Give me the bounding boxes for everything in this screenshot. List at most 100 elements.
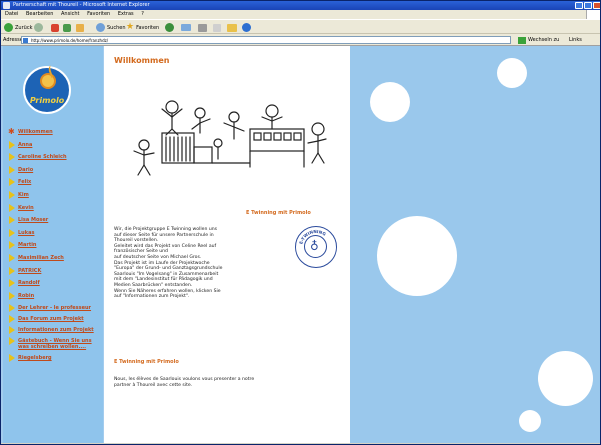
maximize-button[interactable]: [584, 2, 592, 9]
history-button[interactable]: [165, 22, 174, 33]
forward-button[interactable]: [34, 22, 43, 33]
edit-icon: [213, 23, 221, 32]
messenger-icon: [242, 23, 251, 32]
favorites-label: Favoriten: [136, 24, 160, 31]
sidebar-item[interactable]: Lisa Moser: [8, 216, 103, 225]
refresh-icon: [63, 23, 71, 32]
menu-help[interactable]: ?: [141, 11, 144, 17]
sidebar-item-label: Caroline Schleich: [18, 154, 67, 161]
sidebar-item-label: Lukas: [18, 229, 35, 236]
sidebar: Primolo ✱ Willkommen Anna Caroline Schleich…: [3, 46, 103, 444]
triangle-icon: [9, 178, 15, 187]
go-arrow-icon: [518, 36, 526, 44]
intro-paragraph: Wir, die Projektgruppe E Twinning wollen…: [114, 227, 223, 300]
etwinning-figure-icon: ♁: [310, 239, 319, 253]
sidebar-item-label: Martin: [18, 242, 37, 249]
home-button[interactable]: [76, 22, 84, 33]
print-button[interactable]: [198, 22, 207, 33]
triangle-icon: [9, 140, 15, 149]
stop-icon: [51, 23, 59, 32]
menu-datei[interactable]: Datei: [5, 11, 18, 17]
sidebar-item[interactable]: Riegelsberg: [8, 354, 103, 363]
triangle-icon: [9, 337, 15, 346]
sidebar-item-label: Der Lehrer - le professeur: [18, 305, 92, 312]
sidebar-item[interactable]: Caroline Schleich: [8, 153, 103, 162]
sidebar-item[interactable]: Maximilian Zech: [8, 253, 103, 262]
sidebar-item[interactable]: Robin: [8, 291, 103, 300]
sidebar-item[interactable]: Kevin: [8, 203, 103, 212]
refresh-button[interactable]: [63, 22, 71, 33]
sidebar-item[interactable]: Martin: [8, 241, 103, 250]
mail-icon: [181, 24, 191, 31]
triangle-icon: [9, 153, 15, 162]
sidebar-nav: ✱ Willkommen Anna Caroline Schleich Dario Fel…: [8, 128, 103, 368]
primolo-logo[interactable]: Primolo: [23, 63, 71, 114]
sidebar-item[interactable]: Dario: [8, 165, 103, 174]
triangle-icon: [9, 315, 15, 324]
sidebar-item-label: Robin: [18, 292, 35, 299]
stop-button[interactable]: [51, 22, 59, 33]
sidebar-item[interactable]: ✱ Willkommen: [8, 128, 103, 136]
window-title: Partnerschaft mit Thoureil - Microsoft I…: [13, 2, 150, 8]
sidebar-item-label: Dario: [18, 166, 34, 173]
flower-icon: [40, 63, 59, 89]
page-icon: [23, 38, 28, 43]
etwinning-seal: E-TWINNING ♁: [295, 226, 337, 268]
search-label: Suchen: [107, 24, 126, 31]
address-url: http://www.primolo.de/home/franzhdz/: [31, 38, 109, 43]
toolbar: Zurück Suchen ★ Favoriten: [1, 19, 600, 34]
page-viewport: Primolo ✱ Willkommen Anna Caroline Schleich…: [1, 46, 600, 444]
sidebar-item[interactable]: Anna: [8, 140, 103, 149]
sidebar-item-label: PATRICK: [18, 267, 42, 274]
menu-favoriten[interactable]: Favoriten: [87, 11, 110, 17]
main-content: Willkommen E Twinning mit Primolo Wir, d…: [104, 46, 350, 444]
section-heading-1: E Twinning mit Primolo: [246, 210, 311, 216]
sidebar-item[interactable]: Informationen zum Projekt: [8, 326, 103, 335]
sidebar-item-label: Kevin: [18, 204, 34, 211]
back-button[interactable]: Zurück: [4, 22, 32, 33]
triangle-icon: [9, 216, 15, 225]
triangle-icon: [9, 203, 15, 212]
address-bar: Adresse http://www.primolo.de/home/franz…: [1, 34, 600, 46]
folder-button[interactable]: [227, 22, 237, 33]
bubble-decoration: [538, 351, 593, 406]
children-drawing-illustration: [133, 100, 327, 176]
go-button[interactable]: Wechseln zu: [518, 36, 559, 44]
sidebar-item[interactable]: Der Lehrer - le professeur: [8, 304, 103, 313]
triangle-icon: [9, 326, 15, 335]
sidebar-item-label: Das Forum zum Projekt: [18, 316, 84, 323]
triangle-icon: [9, 279, 15, 288]
close-button[interactable]: [593, 2, 600, 9]
sidebar-item[interactable]: Felix: [8, 178, 103, 187]
links-button[interactable]: Links: [569, 34, 582, 46]
sidebar-item-label: Randolf: [18, 280, 40, 287]
sidebar-item[interactable]: Gästebuch - Wenn Sie uns was schreiben w…: [8, 337, 103, 351]
sidebar-item-label: Felix: [18, 179, 32, 186]
sidebar-item[interactable]: Randolf: [8, 279, 103, 288]
logo-text: Primolo: [29, 96, 65, 105]
page-title: Willkommen: [114, 56, 170, 65]
triangle-icon: [9, 228, 15, 237]
messenger-button[interactable]: [242, 22, 251, 33]
sidebar-item[interactable]: Lukas: [8, 228, 103, 237]
menu-extras[interactable]: Extras: [118, 11, 134, 17]
bubble-decoration: [497, 58, 527, 88]
sidebar-item[interactable]: Das Forum zum Projekt: [8, 315, 103, 324]
back-label: Zurück: [15, 24, 33, 31]
sidebar-item-label: Gästebuch - Wenn Sie uns was schreiben w…: [18, 338, 92, 351]
address-input[interactable]: http://www.primolo.de/home/franzhdz/: [21, 36, 511, 44]
triangle-icon: [9, 354, 15, 363]
favorites-button[interactable]: ★ Favoriten: [126, 22, 159, 33]
sidebar-item-label: Maximilian Zech: [18, 254, 64, 261]
sidebar-item[interactable]: PATRICK: [8, 266, 103, 275]
minimize-button[interactable]: [575, 2, 583, 9]
menu-ansicht[interactable]: Ansicht: [61, 11, 79, 17]
menu-bearbeiten[interactable]: Bearbeiten: [26, 11, 53, 17]
sidebar-item[interactable]: Kim: [8, 190, 103, 199]
search-icon: [96, 23, 105, 32]
mail-button[interactable]: [181, 22, 191, 33]
french-paragraph: Nous, les élèves de Saarlouis voulons vo…: [114, 377, 255, 388]
search-button[interactable]: Suchen: [96, 22, 126, 33]
forward-arrow-icon: [34, 23, 43, 32]
edit-button[interactable]: [213, 22, 221, 33]
